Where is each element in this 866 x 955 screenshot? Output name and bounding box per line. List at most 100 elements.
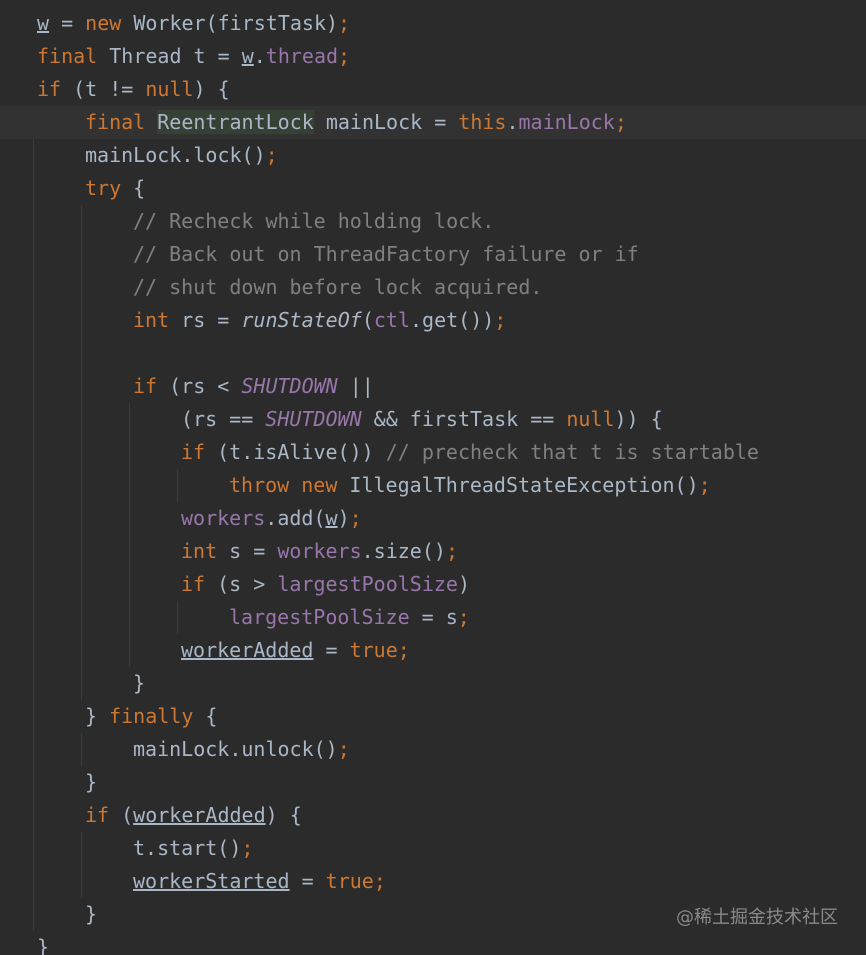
code-line[interactable]: } [0,766,866,799]
code-token: if [133,374,170,398]
code-token: } [85,770,98,794]
code-token: workerAdded [133,803,266,827]
code-token: int [181,539,230,563]
code-line-content: workerAdded = true; [181,634,410,667]
code-token: null [566,407,615,431]
code-token: ; [373,869,386,893]
code-token: mainLock [518,110,615,134]
code-token: workerStarted [133,869,290,893]
code-token: try [85,176,134,200]
code-token: (s > [217,572,278,596]
code-line[interactable]: mainLock.lock(); [0,139,866,172]
code-token: (rs == [181,407,266,431]
code-line[interactable]: } [0,667,866,700]
code-line[interactable]: (rs == SHUTDOWN && firstTask == null)) { [0,403,866,436]
code-token: ; [397,638,410,662]
watermark: @稀土掘金技术社区 [676,907,838,928]
code-token: if [37,77,74,101]
code-token: .size() [361,539,446,563]
code-line-content: } finally { [85,700,217,733]
code-token: largestPoolSize [229,605,410,629]
code-editor[interactable]: w = new Worker(firstTask); final Thread t… [0,0,866,955]
code-token: ; [338,44,351,68]
code-line-content: // Back out on ThreadFactory failure or … [133,238,639,271]
code-line[interactable]: t.start(); [0,832,866,865]
code-line[interactable]: final ReentrantLock mainLock = this.main… [0,106,866,139]
code-token: ; [338,11,351,35]
code-token: IllegalThreadStateException() [349,473,699,497]
code-token: ; [241,836,254,860]
code-line-content: (rs == SHUTDOWN && firstTask == null)) { [181,403,663,436]
code-line[interactable]: if (t != null) { [0,73,866,106]
code-line[interactable]: int s = workers.size(); [0,535,866,568]
code-line[interactable]: } [0,931,866,955]
code-token: ) { [265,803,302,827]
code-line[interactable]: // shut down before lock acquired. [0,271,866,304]
code-token: )) { [614,407,663,431]
code-token: Thread t = [109,44,242,68]
code-token: (rs < [169,374,242,398]
code-token: ; [614,110,627,134]
code-token: mainLock = [313,110,459,134]
code-token: final [37,44,110,68]
code-line[interactable]: // Recheck while holding lock. [0,205,866,238]
code-line[interactable]: if (t.isAlive()) // precheck that t is s… [0,436,866,469]
code-token: } [37,935,50,955]
code-line[interactable]: if (rs < SHUTDOWN || [0,370,866,403]
code-line[interactable]: w = new Worker(firstTask); [0,7,866,40]
code-line-content: } [37,931,49,955]
code-line[interactable]: workerStarted = true; [0,865,866,898]
code-token: { [205,704,218,728]
code-token: ) { [193,77,230,101]
code-token: (t != [73,77,146,101]
code-token: ; [457,605,470,629]
code-line[interactable]: if (s > largestPoolSize) [0,568,866,601]
code-token: null [145,77,194,101]
code-line[interactable]: if (workerAdded) { [0,799,866,832]
code-token: ReentrantLock [157,110,314,134]
code-token: .get()) [409,308,495,332]
code-line-content: final Thread t = w.thread; [37,40,350,73]
code-line-content: t.start(); [133,832,253,865]
code-line[interactable]: try { [0,172,866,205]
code-token: new [85,11,134,35]
code-line-content: workers.add(w); [181,502,362,535]
code-token: || [337,374,374,398]
code-token: if [85,803,122,827]
code-line[interactable]: largestPoolSize = s; [0,601,866,634]
code-token: SHUTDOWN [241,374,338,398]
code-token: w [241,44,254,68]
code-token: s = [229,539,278,563]
code-line[interactable]: workers.add(w); [0,502,866,535]
code-line[interactable] [0,337,866,370]
code-token: if [181,440,218,464]
code-token: SHUTDOWN [265,407,362,431]
code-line[interactable]: } finally { [0,700,866,733]
code-line[interactable]: workerAdded = true; [0,634,866,667]
code-token: ; [494,308,507,332]
code-line[interactable]: final Thread t = w.thread; [0,40,866,73]
code-token: = s [409,605,458,629]
code-token: finally [109,704,206,728]
code-line[interactable]: mainLock.unlock(); [0,733,866,766]
code-token: true [349,638,398,662]
code-line[interactable]: int rs = runStateOf(ctl.get()); [0,304,866,337]
code-token: // shut down before lock acquired. [133,275,543,299]
code-line-content: } [85,898,97,931]
code-token: workers [277,539,362,563]
code-token: final [85,110,158,134]
code-line-content: if (s > largestPoolSize) [181,568,470,601]
code-token: this [458,110,507,134]
code-token: = [49,11,86,35]
code-token: workerAdded [181,638,314,662]
code-line[interactable]: throw new IllegalThreadStateException(); [0,469,866,502]
code-line-content: final ReentrantLock mainLock = this.main… [85,106,627,139]
code-line-content: // shut down before lock acquired. [133,271,542,304]
code-token: largestPoolSize [277,572,458,596]
code-line[interactable]: // Back out on ThreadFactory failure or … [0,238,866,271]
code-token: ; [265,143,278,167]
code-line-content: } [85,766,97,799]
code-token: w [37,11,50,35]
code-token: true [325,869,374,893]
code-token: ; [349,506,362,530]
